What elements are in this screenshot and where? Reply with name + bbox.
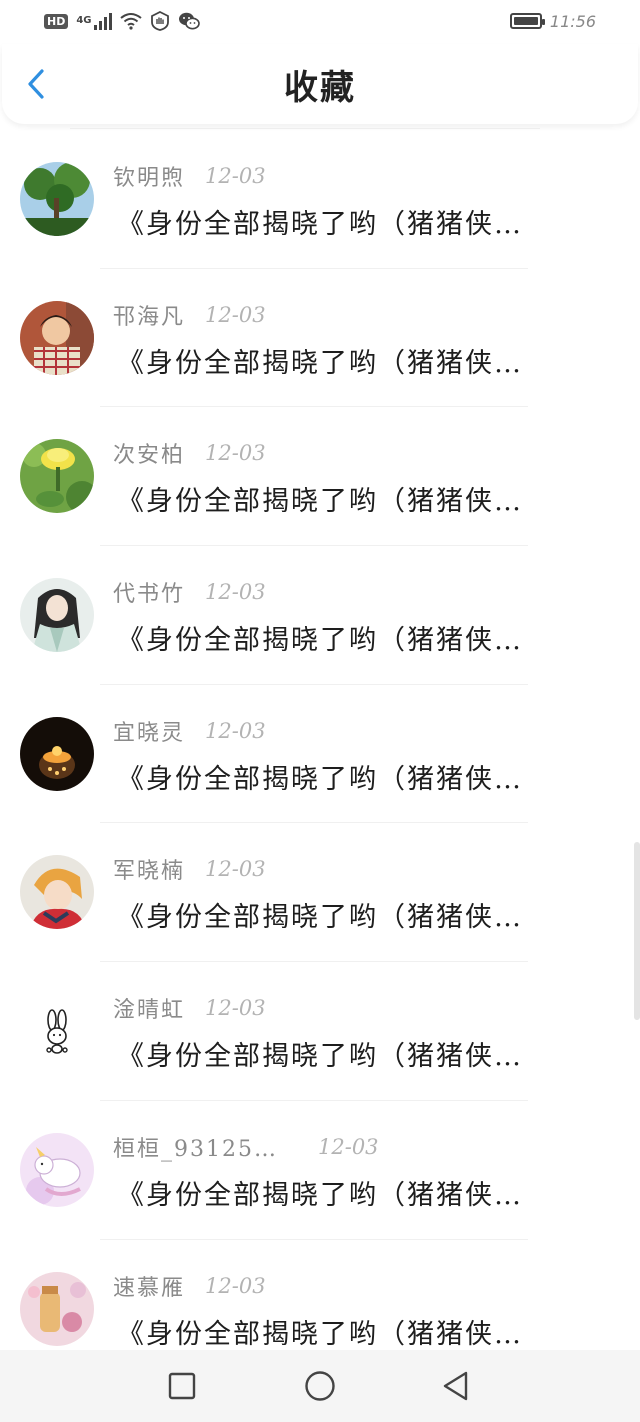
clock: 11:56 xyxy=(549,11,596,31)
avatar-flower-image xyxy=(20,439,94,514)
author-name[interactable]: 钦明煦 xyxy=(113,160,185,192)
scrollbar-thumb[interactable] xyxy=(634,842,640,1020)
item-date: 12-03 xyxy=(205,441,266,466)
item-date: 12-03 xyxy=(205,164,266,188)
author-name[interactable]: 速慕雁 xyxy=(113,1270,185,1302)
status-right: 11:56 xyxy=(509,11,596,31)
chevron-left-icon xyxy=(28,69,44,99)
author-name[interactable]: 淦晴虹 xyxy=(113,992,185,1024)
item-date: 12-03 xyxy=(205,580,266,605)
item-date: 12-03 xyxy=(205,302,266,327)
item-meta: 军晓楠 12-03 xyxy=(113,851,266,887)
system-back-button[interactable] xyxy=(437,1368,473,1404)
favorite-item[interactable]: 钦明煦 12-03 《身份全部揭晓了哟（猪猪侠… xyxy=(0,130,640,269)
signal-icon xyxy=(93,12,112,30)
item-date: 12-03 xyxy=(205,718,266,743)
header-bar: 收藏 xyxy=(2,44,638,124)
avatar-rabbit-image xyxy=(20,994,94,1069)
item-excerpt: 《身份全部揭晓了哟（猪猪侠… xyxy=(117,625,523,657)
avatar[interactable] xyxy=(20,300,94,375)
favorite-item[interactable]: 淦晴虹 12-03 《身份全部揭晓了哟（猪猪侠… xyxy=(0,962,640,1101)
item-excerpt: 《身份全部揭晓了哟（猪猪侠… xyxy=(117,347,523,379)
divider xyxy=(70,128,540,129)
author-name[interactable]: 军晓楠 xyxy=(113,853,185,885)
item-date: 12-03 xyxy=(318,1134,379,1159)
item-meta: 钦明煦 12-03 xyxy=(113,158,266,194)
avatar-child-image xyxy=(20,300,94,375)
item-excerpt: 《身份全部揭晓了哟（猪猪侠… xyxy=(117,902,523,934)
item-meta: 次安柏 12-03 xyxy=(113,435,266,471)
favorites-screen: HD 4G 11:56 收藏 钦明煦 12-03 《身份全部揭晓了哟（猪猪侠… … xyxy=(0,0,640,1422)
circle-icon xyxy=(305,1371,335,1401)
favorite-item[interactable]: 宜晓灵 12-03 《身份全部揭晓了哟（猪猪侠… xyxy=(0,685,640,824)
page-title: 收藏 xyxy=(284,67,356,108)
avatar[interactable] xyxy=(20,1271,94,1346)
item-excerpt: 《身份全部揭晓了哟（猪猪侠… xyxy=(117,486,523,518)
wifi-icon xyxy=(119,13,142,30)
avatar-trees-image xyxy=(20,162,94,236)
home-button[interactable] xyxy=(302,1368,338,1404)
recent-apps-button[interactable] xyxy=(164,1368,200,1404)
author-name[interactable]: 宜晓灵 xyxy=(113,715,185,747)
author-name[interactable]: 邗海凡 xyxy=(113,299,185,331)
item-date: 12-03 xyxy=(205,1273,266,1298)
item-date: 12-03 xyxy=(205,857,266,882)
status-bar: HD 4G 11:56 xyxy=(0,0,640,42)
avatar[interactable] xyxy=(20,716,94,791)
avatar[interactable] xyxy=(20,855,94,930)
wechat-icon xyxy=(178,12,200,30)
item-meta: 速慕雁 12-03 xyxy=(113,1268,266,1304)
avatar-jar-image xyxy=(20,1271,94,1346)
favorite-item[interactable]: 军晓楠 12-03 《身份全部揭晓了哟（猪猪侠… xyxy=(0,823,640,963)
back-button[interactable] xyxy=(20,68,52,100)
item-date: 12-03 xyxy=(205,996,266,1021)
author-name[interactable]: 桓桓_93125… xyxy=(113,1131,278,1163)
avatar-unicorn-image xyxy=(20,1132,94,1207)
item-meta: 代书竹 12-03 xyxy=(113,574,266,610)
avatar-anime-character-image xyxy=(20,578,94,653)
item-excerpt: 《身份全部揭晓了哟（猪猪侠… xyxy=(117,763,523,795)
avatar-anime-boy-image xyxy=(20,855,94,930)
item-excerpt: 《身份全部揭晓了哟（猪猪侠… xyxy=(117,1179,523,1211)
avatar[interactable] xyxy=(20,578,94,653)
favorites-list: 钦明煦 12-03 《身份全部揭晓了哟（猪猪侠… 邗海凡 12-03 《身份全部… xyxy=(0,130,640,1378)
avatar[interactable] xyxy=(20,994,94,1069)
system-nav-bar xyxy=(0,1350,640,1422)
item-meta: 邗海凡 12-03 xyxy=(113,297,266,333)
hd-badge: HD xyxy=(44,13,69,29)
item-meta: 桓桓_93125… 12-03 xyxy=(113,1129,379,1165)
item-meta: 淦晴虹 12-03 xyxy=(113,990,266,1026)
avatar[interactable] xyxy=(20,162,94,236)
avatar[interactable] xyxy=(20,439,94,514)
network-label: 4G xyxy=(76,15,92,26)
favorite-item[interactable]: 邗海凡 12-03 《身份全部揭晓了哟（猪猪侠… xyxy=(0,269,640,408)
favorite-item[interactable]: 代书竹 12-03 《身份全部揭晓了哟（猪猪侠… xyxy=(0,546,640,685)
item-excerpt: 《身份全部揭晓了哟（猪猪侠… xyxy=(117,209,523,240)
item-excerpt: 《身份全部揭晓了哟（猪猪侠… xyxy=(117,1318,523,1350)
avatar-candle-image xyxy=(20,716,94,791)
square-icon xyxy=(168,1372,196,1400)
hand-shield-icon xyxy=(150,11,169,31)
battery-icon xyxy=(509,13,545,29)
author-name[interactable]: 代书竹 xyxy=(113,576,185,608)
item-excerpt: 《身份全部揭晓了哟（猪猪侠… xyxy=(117,1041,523,1073)
favorite-item[interactable]: 桓桓_93125… 12-03 《身份全部揭晓了哟（猪猪侠… xyxy=(0,1101,640,1240)
favorite-item[interactable]: 次安柏 12-03 《身份全部揭晓了哟（猪猪侠… xyxy=(0,407,640,547)
status-left: HD 4G xyxy=(44,11,200,31)
author-name[interactable]: 次安柏 xyxy=(113,437,185,469)
item-meta: 宜晓灵 12-03 xyxy=(113,713,266,749)
triangle-back-icon xyxy=(443,1371,468,1401)
avatar[interactable] xyxy=(20,1132,94,1207)
